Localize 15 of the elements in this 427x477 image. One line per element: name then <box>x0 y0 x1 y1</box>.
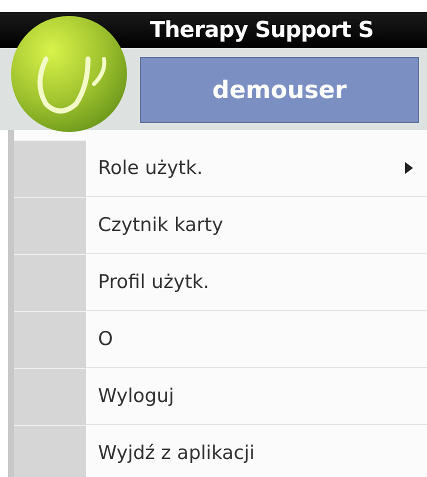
menu-item[interactable]: Wyjdź z aplikacji <box>86 425 427 477</box>
menu-icon-gutter <box>14 368 86 425</box>
stethoscope-logo-icon <box>8 14 130 134</box>
menu-item[interactable]: Wyloguj <box>86 368 427 425</box>
menu-icon-gutter <box>14 425 86 477</box>
menu-icon-gutter <box>14 197 86 254</box>
menu-item[interactable]: O <box>86 311 427 368</box>
menu-item[interactable]: Role użytk. <box>86 140 427 197</box>
menu-item[interactable]: Profil użytk. <box>86 254 427 311</box>
menu-icon-gutter <box>14 254 86 311</box>
menu-item[interactable]: Czytnik karty <box>86 197 427 254</box>
app-title: Therapy Support S <box>150 18 374 42</box>
menu-icon-gutter <box>14 140 86 197</box>
submenu-arrow-icon <box>405 162 413 174</box>
menu-icon-gutter <box>14 311 86 368</box>
